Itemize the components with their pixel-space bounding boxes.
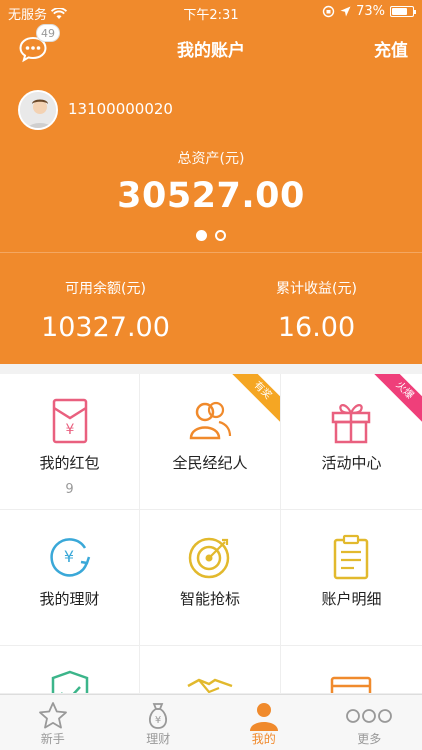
target-icon: [188, 537, 230, 579]
battery-fill: [392, 8, 407, 15]
total-earnings-label: 累计收益(元): [276, 281, 357, 297]
tab-label: 新手: [40, 732, 65, 746]
prize-ribbon: 有奖: [227, 374, 280, 426]
orientation-lock-icon: [322, 5, 335, 18]
shield-check-icon: [51, 670, 89, 693]
available-balance-value: 10327.00: [41, 312, 170, 343]
grid-item-referral[interactable]: 全民经纪人 有奖: [140, 374, 281, 510]
carousel-indicator[interactable]: [0, 230, 422, 241]
star-icon: [38, 702, 67, 729]
user-icon: [249, 703, 278, 731]
avatar-person-icon: [20, 92, 56, 128]
total-earnings-value: 16.00: [277, 312, 356, 343]
status-right: 73%: [322, 4, 416, 19]
tab-label: 理财: [146, 732, 171, 746]
grid-item-label: 我的红包: [39, 454, 100, 472]
total-assets-label: 总资产(元): [177, 151, 245, 167]
tab-label: 更多: [357, 732, 382, 746]
battery-percent: 73%: [356, 4, 385, 19]
location-icon: [340, 6, 351, 17]
grid-item-label: 智能抢标: [179, 590, 240, 608]
hero-divider: [0, 252, 422, 253]
clipboard-icon: [333, 534, 369, 580]
grid-item-red-envelope[interactable]: ¥ 我的红包 9: [0, 374, 140, 510]
tab-more[interactable]: 更多: [317, 695, 422, 750]
available-balance: 可用余额(元) 10327.00: [0, 278, 211, 343]
tab-investments[interactable]: ¥ 理财: [106, 695, 212, 750]
tab-newbie[interactable]: 新手: [0, 695, 106, 750]
account-hero: 49 我的账户 充值 13100000020 总资产(元) 30527.00 可…: [0, 24, 422, 364]
battery-icon: [390, 6, 416, 17]
yen-circle-icon: ¥: [50, 538, 91, 577]
more-icon: [346, 709, 393, 723]
grid-item-label: 活动中心: [321, 454, 382, 472]
total-assets-value: 30527.00: [117, 176, 305, 216]
tab-label: 我的: [251, 732, 276, 746]
tab-bar: 新手 ¥ 理财 我的 更多: [0, 694, 422, 750]
recharge-button[interactable]: 充值: [374, 36, 408, 61]
available-balance-label: 可用余额(元): [65, 281, 146, 297]
page-title: 我的账户: [177, 41, 245, 61]
gift-icon: [331, 404, 371, 444]
card-icon: [330, 676, 372, 693]
total-earnings: 累计收益(元) 16.00: [211, 278, 422, 343]
grid-item-label: 全民经纪人: [172, 454, 248, 472]
svg-text:¥: ¥: [64, 547, 74, 566]
tab-mine[interactable]: 我的: [211, 695, 317, 750]
grid-item-sub: 9: [65, 482, 74, 497]
money-bag-icon: ¥: [149, 703, 168, 729]
grid-item-card[interactable]: [281, 646, 422, 694]
svg-text:¥: ¥: [155, 715, 161, 726]
svg-text:¥: ¥: [66, 422, 75, 438]
carousel-dot-1[interactable]: [196, 230, 207, 241]
status-bar: 无服务 下午2:31 73%: [0, 0, 422, 24]
account-phone: 13100000020: [68, 100, 173, 118]
grid-item-partnership[interactable]: [140, 646, 281, 694]
hot-ribbon: 火爆: [369, 374, 422, 426]
grid-item-label: 我的理财: [39, 590, 100, 608]
grid-item-smart-bid[interactable]: 智能抢标: [140, 510, 281, 646]
people-icon: [189, 401, 232, 440]
carousel-dot-2[interactable]: [215, 230, 226, 241]
avatar[interactable]: [18, 90, 58, 130]
grid-item-my-investments[interactable]: ¥ 我的理财: [0, 510, 140, 646]
handshake-icon: [187, 678, 233, 693]
grid-item-security[interactable]: [0, 646, 140, 694]
grid-item-activity-center[interactable]: 活动中心 火爆: [281, 374, 422, 510]
red-envelope-icon: ¥: [52, 398, 88, 444]
grid-item-label: 账户明细: [321, 590, 382, 608]
grid-item-account-details[interactable]: 账户明细: [281, 510, 422, 646]
